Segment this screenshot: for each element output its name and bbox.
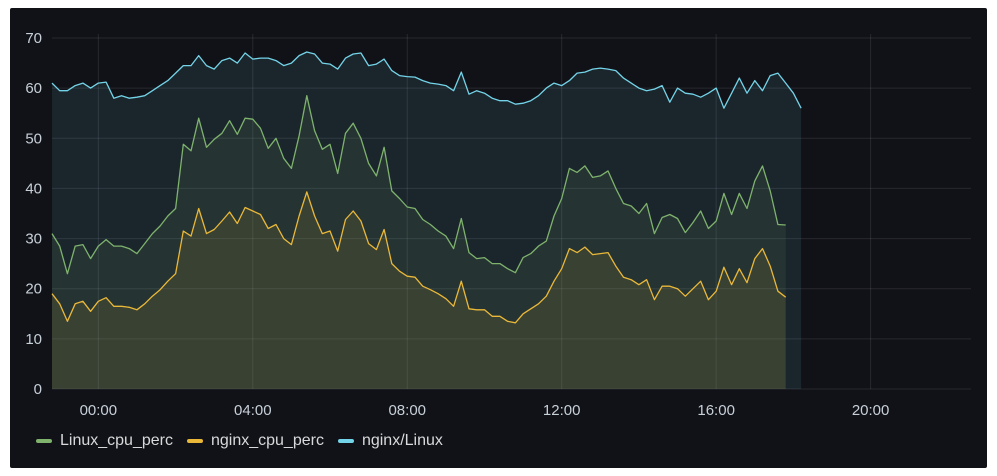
y-tick-label: 40 bbox=[25, 180, 42, 197]
legend-item-linux-cpu-perc[interactable]: Linux_cpu_perc bbox=[36, 432, 173, 450]
chart-panel: 0 10 20 30 40 50 60 70 00:00 04:00 08:00 12:00 16:0… bbox=[10, 8, 987, 468]
x-tick-label: 08:00 bbox=[388, 402, 426, 419]
legend-label: nginx/Linux bbox=[361, 432, 443, 449]
legend-item-nginx-cpu-perc[interactable]: nginx_cpu_perc bbox=[186, 432, 324, 450]
y-tick-label: 30 bbox=[25, 231, 42, 248]
y-axis: 0 10 20 30 40 50 60 70 bbox=[25, 30, 42, 398]
x-tick-label: 12:00 bbox=[543, 402, 581, 419]
y-tick-label: 70 bbox=[25, 30, 42, 47]
y-tick-label: 0 bbox=[34, 381, 42, 398]
x-axis: 00:00 04:00 08:00 12:00 16:00 20:00 bbox=[80, 402, 890, 419]
timeseries-chart[interactable]: 0 10 20 30 40 50 60 70 00:00 04:00 08:00 12:00 16:0… bbox=[10, 8, 987, 468]
legend-item-nginx-linux[interactable]: nginx/Linux bbox=[337, 432, 443, 450]
legend: Linux_cpu_perc nginx_cpu_perc nginx/Linu… bbox=[36, 432, 443, 450]
y-tick-label: 20 bbox=[25, 281, 42, 298]
x-tick-label: 04:00 bbox=[234, 402, 272, 419]
legend-swatch bbox=[36, 439, 52, 443]
legend-label: nginx_cpu_perc bbox=[210, 432, 324, 449]
x-tick-label: 20:00 bbox=[852, 402, 890, 419]
legend-label: Linux_cpu_perc bbox=[60, 432, 173, 449]
y-tick-label: 50 bbox=[25, 130, 42, 147]
y-tick-label: 60 bbox=[25, 80, 42, 97]
legend-swatch bbox=[186, 439, 203, 443]
y-tick-label: 10 bbox=[25, 331, 42, 348]
x-tick-label: 00:00 bbox=[80, 402, 118, 419]
x-tick-label: 16:00 bbox=[697, 402, 735, 419]
legend-swatch bbox=[337, 439, 354, 443]
